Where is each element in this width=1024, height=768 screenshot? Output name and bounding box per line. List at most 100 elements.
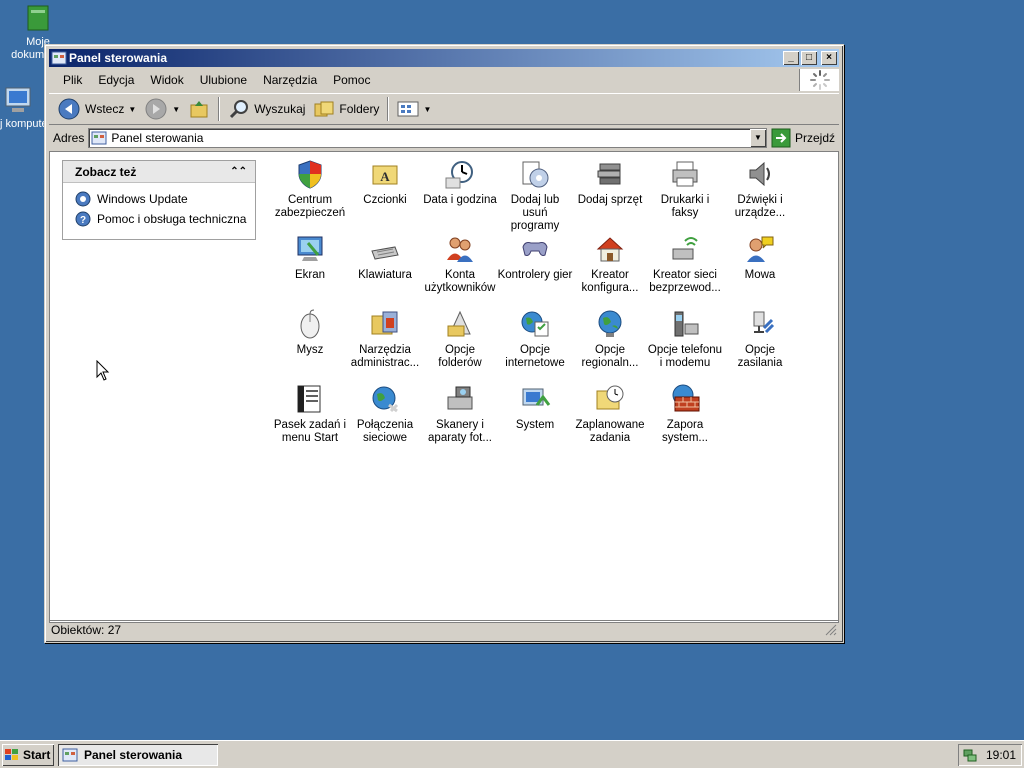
item-label-line1: Opcje telefonu [647,344,723,356]
item-label-line2: administrac... [350,357,420,369]
control-panel-item[interactable]: Drukarki i faksy [647,158,723,220]
item-label-line2: urządze... [734,207,786,219]
forward-button[interactable]: ▼ [140,95,184,123]
taskbar: Start Panel sterowania 19:01 [0,740,1024,768]
control-panel-item[interactable]: System [497,383,573,432]
go-button[interactable]: Przejdź [771,128,839,148]
item-label-line2: zadania [589,432,631,444]
control-panel-item[interactable]: A Czcionki [347,158,423,207]
menu-view[interactable]: Widok [142,71,191,89]
up-folder-icon [190,101,208,118]
internet-options-icon [519,308,551,340]
up-folder-button[interactable] [184,95,214,123]
clock[interactable]: 19:01 [986,748,1016,762]
chevron-down-icon[interactable]: ▼ [749,129,766,147]
control-panel-item[interactable]: Zaplanowane zadania [572,383,648,445]
address-label: Adres [53,131,85,145]
taskbar-item-control-panel[interactable]: Panel sterowania [58,744,218,766]
scanners-cameras-icon [444,383,476,415]
folders-button[interactable]: Foldery [309,95,383,123]
views-icon [397,101,419,117]
maximize-button[interactable]: □ [801,51,817,65]
item-label-line2: menu Start [281,432,339,444]
control-panel-item[interactable]: Skanery i aparaty fot... [422,383,498,445]
item-label-line2: system... [661,432,708,444]
control-panel-item[interactable]: Ekran [272,233,348,282]
control-panel-item[interactable]: Dźwięki i urządze... [722,158,798,220]
control-panel-item[interactable]: Połączenia sieciowe [347,383,423,445]
control-panel-item[interactable]: Opcje internetowe [497,308,573,370]
item-label-line1: Centrum [287,194,333,206]
menu-tools[interactable]: Narzędzia [255,71,325,89]
control-panel-item[interactable]: Zapora system... [647,383,723,445]
my-computer-icon [2,84,34,116]
title-bar[interactable]: Panel sterowania _ □ × [49,49,839,67]
taskbar-icon [294,383,326,415]
control-panel-item[interactable]: Narzędzia administrac... [347,308,423,370]
windows-update-link[interactable]: Windows Update [63,189,255,209]
control-panel-item[interactable]: Mysz [272,308,348,357]
toolbar: Wstecz ▼ ▼ Wyszukaj Foldery ▼ [49,93,839,125]
chevron-down-icon[interactable]: ▼ [128,105,136,114]
control-panel-item[interactable]: Kreator sieci bezprzewod... [647,233,723,295]
item-label-line2: aparaty fot... [428,432,492,444]
item-label-line2: faksy [671,207,699,219]
item-label-line1: Kontrolery gier [497,269,573,281]
control-panel-item[interactable]: Opcje regionaln... [572,308,648,370]
control-panel-item[interactable]: Opcje zasilania [722,308,798,370]
menu-file[interactable]: Plik [55,71,90,89]
back-button[interactable]: Wstecz ▼ [53,95,140,123]
chevron-down-icon[interactable]: ▼ [423,105,431,114]
see-also-header[interactable]: Zobacz też ⌃⌃ [63,161,255,183]
date-time-icon [444,158,476,190]
control-panel-item[interactable]: Kontrolery gier [497,233,573,282]
menu-favorites[interactable]: Ulubione [192,71,255,89]
mouse-cursor-icon [96,360,110,381]
control-panel-small-icon [91,131,107,145]
chevron-down-icon[interactable]: ▼ [172,105,180,114]
menu-edit[interactable]: Edycja [90,71,142,89]
user-accounts-icon [444,233,476,265]
item-label-line1: Opcje zasilania [737,344,783,369]
control-panel-item[interactable]: Dodaj lub usuń programy [497,158,573,233]
game-controllers-icon [519,233,551,265]
item-label-line2: użytkowników [424,282,496,294]
resize-grip-icon[interactable] [825,624,837,636]
collapse-icon[interactable]: ⌃⌃ [230,161,247,183]
search-button[interactable]: Wyszukaj [224,95,309,123]
regional-options-icon [594,308,626,340]
control-panel-small-icon [51,50,67,66]
control-panel-item[interactable]: Kreator konfigura... [572,233,648,295]
help-support-link[interactable]: ? Pomoc i obsługa techniczna [63,209,255,229]
item-label-line1: Czcionki [363,194,407,206]
control-panel-item[interactable]: Konta użytkowników [422,233,498,295]
views-button[interactable]: ▼ [393,95,435,123]
start-button[interactable]: Start [2,744,54,766]
window-title: Panel sterowania [69,51,168,65]
control-panel-item[interactable]: Klawiatura [347,233,423,282]
item-label-line1: Zapora [666,419,704,431]
printers-faxes-icon [669,158,701,190]
item-label-line1: Skanery i [436,419,484,431]
item-label-line2: zabezpieczeń [274,207,346,219]
control-panel-item[interactable]: Data i godzina [422,158,498,207]
item-label-line1: System [515,419,555,431]
network-tray-icon[interactable] [962,747,978,763]
status-bar: Obiektów: 27 [49,620,839,638]
mouse-icon [294,308,326,340]
control-panel-item[interactable]: Opcje telefonu i modemu [647,308,723,370]
control-panel-item[interactable]: Opcje folderów [422,308,498,370]
control-panel-item[interactable]: Dodaj sprzęt [572,158,648,207]
address-input[interactable]: Panel sterowania ▼ [88,128,767,148]
item-label-line2: sieciowe [362,432,408,444]
control-panel-item[interactable]: Centrum zabezpieczeń [272,158,348,220]
control-panel-item[interactable]: Mowa [722,233,798,282]
start-label: Start [23,748,51,762]
minimize-button[interactable]: _ [783,51,799,65]
see-also-pane: Zobacz też ⌃⌃ Windows Update ? Pomoc i o… [62,160,256,240]
help-support-label: Pomoc i obsługa techniczna [97,212,247,226]
control-panel-item[interactable]: Pasek zadań i menu Start [272,383,348,445]
wireless-network-icon [669,233,701,265]
close-button[interactable]: × [821,51,837,65]
menu-help[interactable]: Pomoc [325,71,378,89]
